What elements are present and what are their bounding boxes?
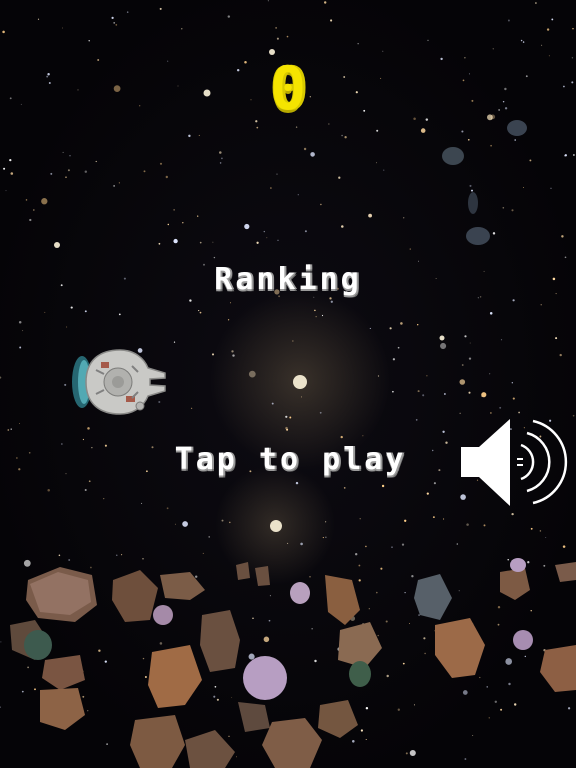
asteroid — [468, 192, 478, 214]
asteroid — [435, 618, 485, 678]
asteroid — [290, 582, 310, 604]
asteroid — [507, 120, 527, 136]
asteroid — [130, 715, 185, 768]
asteroid — [185, 730, 235, 768]
asteroid — [510, 558, 526, 572]
asteroid — [414, 574, 452, 620]
asteroid — [148, 645, 202, 708]
asteroid — [500, 568, 530, 600]
asteroid — [24, 630, 52, 660]
asteroid — [540, 645, 576, 692]
speaker-sound-on-icon[interactable] — [455, 415, 573, 510]
asteroid — [238, 702, 270, 732]
spaceship-icon — [72, 349, 166, 415]
asteroid — [40, 688, 85, 730]
asteroid — [153, 605, 173, 625]
asteroid — [318, 700, 358, 738]
asteroid — [513, 630, 533, 650]
tap-to-play-prompt[interactable]: Tap to play — [138, 440, 443, 480]
asteroid — [243, 656, 287, 700]
score-display: 0 — [269, 54, 307, 124]
ranking-button[interactable]: Ranking — [188, 260, 388, 300]
asteroid — [349, 661, 371, 687]
asteroid — [112, 570, 158, 622]
asteroid — [200, 610, 240, 672]
asteroid — [466, 227, 490, 245]
game-screen[interactable]: 0 Ranking Tap to play — [0, 0, 576, 768]
asteroid — [160, 572, 205, 600]
asteroid — [442, 147, 464, 165]
asteroid — [555, 562, 576, 582]
asteroid — [236, 562, 250, 580]
asteroid — [325, 575, 360, 625]
asteroid — [42, 655, 85, 690]
asteroid — [255, 566, 270, 586]
asteroid — [262, 718, 322, 768]
